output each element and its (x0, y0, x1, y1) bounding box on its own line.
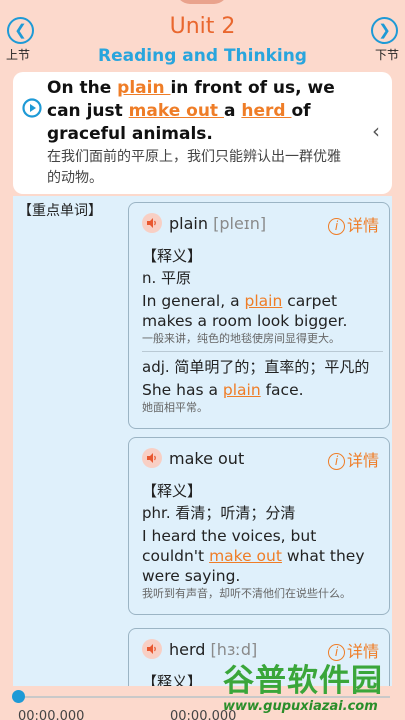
meaning-label: 【释义】 (142, 482, 203, 500)
keyword-highlight[interactable]: make out (129, 101, 224, 121)
example-translation: 我听到有声音，却听不清他们在说些什么。 (142, 587, 351, 600)
info-icon: i (327, 218, 345, 235)
example-translation: 一般来讲，纯色的地毯使房间显得更大。 (142, 331, 383, 352)
watermark-logo: 谷普软件园 www.gupuxiazai.com (215, 655, 405, 720)
example-sentence: In general, a plain carpet makes a room … (142, 291, 383, 331)
watermark-text: 谷普软件园 (223, 663, 383, 699)
definition: n. 平原 (142, 269, 192, 287)
progress-slider-knob[interactable] (12, 690, 25, 703)
text-segment: She has a (142, 381, 223, 399)
text-segment: In general, a (142, 292, 245, 310)
definition: phr. 看清；听清；分清 (142, 504, 296, 522)
lesson-subtitle: Reading and Thinking (98, 46, 307, 66)
headword: make out (169, 449, 245, 468)
example-sentence: She has a plain face. (142, 380, 383, 400)
text-segment: On the (47, 78, 118, 98)
detail-link[interactable]: i 详情 (327, 447, 379, 471)
speaker-icon[interactable] (142, 448, 162, 468)
word-list-area[interactable]: 【重点单词】 plain [pleɪn] i 详情 【释义】 n. 平原 In g… (13, 196, 392, 686)
headword: plain [pleɪn] (169, 214, 267, 233)
top-handle (176, 0, 228, 4)
play-icon[interactable] (22, 98, 42, 118)
info-icon: i (327, 453, 345, 470)
keyword-highlight[interactable]: plain (245, 292, 283, 310)
text-segment: face. (260, 381, 304, 399)
detail-link[interactable]: i 详情 (327, 212, 379, 236)
unit-title: Unit 2 (169, 14, 236, 39)
text-segment: a (223, 101, 242, 121)
example-sentence: I heard the voices, but couldn't make ou… (142, 526, 383, 586)
speaker-icon[interactable] (142, 639, 162, 659)
meaning-label: 【释义】 (142, 247, 203, 265)
example-translation: 她面相平常。 (142, 401, 208, 414)
sentence-translation: 在我们面前的平原上，我们只能辨认出一群优雅的动物。 (47, 149, 341, 186)
current-time: 00:00.000 (18, 709, 85, 720)
word-card-plain: plain [pleɪn] i 详情 【释义】 n. 平原 In general,… (128, 202, 390, 429)
watermark-url: www.gupuxiazai.com (223, 699, 378, 714)
keyword-highlight[interactable]: plain (117, 78, 170, 98)
section-label: 【重点单词】 (18, 203, 102, 219)
chevron-left-icon[interactable]: ‹ (372, 119, 380, 143)
keyword-highlight[interactable]: plain (223, 381, 261, 399)
speaker-icon[interactable] (142, 213, 162, 233)
keyword-highlight[interactable]: herd (241, 101, 291, 121)
definition: adj. 简单明了的；直率的；平凡的 (142, 358, 370, 376)
word-card-make-out: make out i 详情 【释义】 phr. 看清；听清；分清 I heard … (128, 437, 390, 615)
sentence-card: On the plain in front of us, we can just… (13, 72, 392, 194)
keyword-highlight[interactable]: make out (209, 547, 282, 565)
sentence-english[interactable]: On the plain in front of us, we can just… (47, 77, 352, 146)
